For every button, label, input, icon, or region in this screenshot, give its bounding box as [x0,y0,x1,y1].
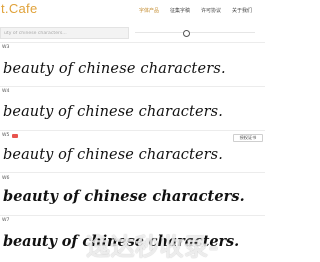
slider-track [135,32,255,33]
font-sample-w6[interactable]: beauty of chinese characters. [3,188,245,205]
font-sample-w4[interactable]: beauty of chinese characters. [3,104,223,120]
top-bar: t.Cafe 字体产品 征集字稿 许可协议 关于我们 [0,0,265,24]
font-weight-tag-w7: W7 [2,218,10,223]
font-sample-w3[interactable]: beauty of chinese characters. [3,61,226,77]
nav-font-products[interactable]: 字体产品 [139,7,159,14]
preview-text-input[interactable] [4,28,126,38]
font-size-slider[interactable] [135,30,255,37]
site-logo[interactable]: t.Cafe [1,1,37,16]
font-weight-tag-w4: W4 [2,89,10,94]
nav-license[interactable]: 许可协议 [201,7,221,14]
font-weight-tag-w6: W6 [2,176,10,181]
row-divider [0,86,265,87]
preview-toolbar [0,27,265,39]
font-weight-tag-w3: W3 [2,45,10,50]
vip-badge [12,134,18,138]
slider-thumb[interactable] [183,30,190,37]
row-divider [0,172,265,173]
watermark: 逸达秒收录- [86,233,219,261]
nav-about-us[interactable]: 关于我们 [232,7,252,14]
preview-text-box[interactable] [0,27,129,39]
row-divider [0,42,265,43]
license-certificate-button[interactable]: 授权证书 [233,134,263,142]
nav-collect-drafts[interactable]: 征集字稿 [170,7,190,14]
font-weight-tag-w5: W5 [2,133,10,138]
row-divider [0,215,265,216]
font-sample-w5[interactable]: beauty of chinese characters. [3,147,223,163]
row-divider [0,130,265,131]
